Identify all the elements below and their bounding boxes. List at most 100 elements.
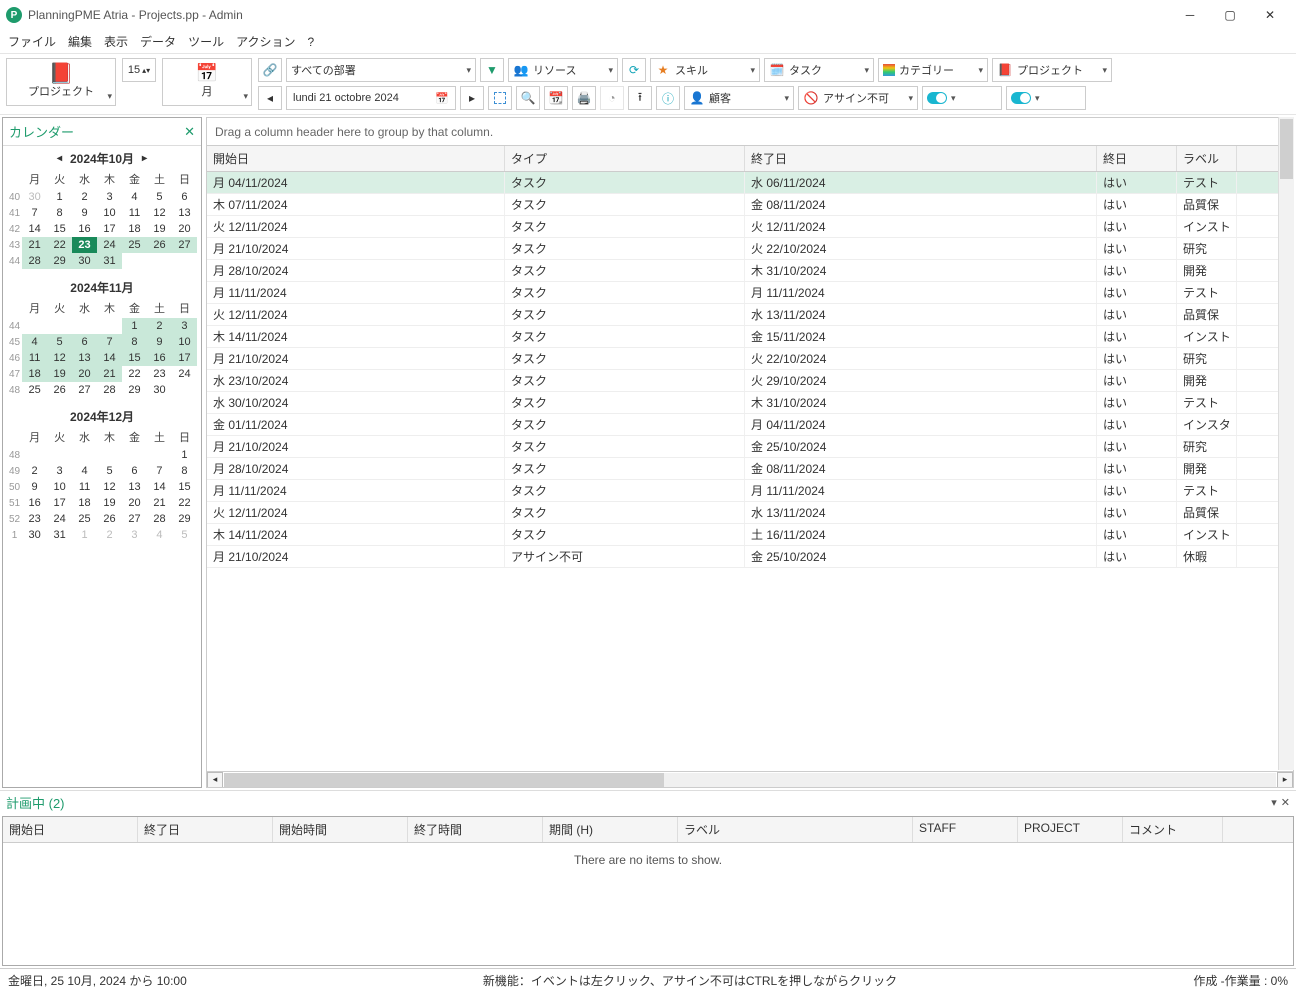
calendar-day[interactable]: 10 [172,334,197,350]
date-prev-button[interactable]: ◂ [258,86,282,110]
calendar-day[interactable]: 3 [122,527,147,543]
calendar-day[interactable]: 4 [72,463,97,479]
calendar-day[interactable]: 14 [22,221,47,237]
calendar-day[interactable]: 9 [147,334,172,350]
calendar-day[interactable]: 22 [47,237,72,253]
menu-item-0[interactable]: ファイル [8,33,56,50]
calendar-day[interactable]: 5 [97,463,122,479]
count-spinner[interactable]: 15 ▴▾ [122,58,156,82]
calendar-day[interactable]: 28 [147,511,172,527]
calendar-day[interactable]: 9 [72,205,97,221]
table-row[interactable]: 水 23/10/2024タスク火 29/10/2024はい開発 [207,370,1293,392]
calendar-day[interactable]: 12 [47,350,72,366]
table-row[interactable]: 火 12/11/2024タスク水 13/11/2024はい品質保 [207,304,1293,326]
calendar-day[interactable]: 11 [22,350,47,366]
today-button[interactable]: 📆 [544,86,568,110]
planning-column-header[interactable]: PROJECT [1018,817,1123,842]
calendar-day[interactable] [122,253,147,269]
skill-dropdown[interactable]: ★ スキル ▾ [650,58,760,82]
calendar-day[interactable]: 27 [172,237,197,253]
vscroll-thumb[interactable] [1280,119,1293,179]
calendar-day[interactable]: 3 [47,463,72,479]
calendar-day[interactable]: 30 [22,189,47,205]
calendar-day[interactable]: 14 [147,479,172,495]
calendar-day[interactable]: 27 [72,382,97,398]
horizontal-scrollbar[interactable]: ◂ ▸ [207,771,1293,787]
calendar-day[interactable]: 19 [47,366,72,382]
calendar-day[interactable]: 23 [147,366,172,382]
calendar-day[interactable]: 22 [172,495,197,511]
scroll-right-button[interactable]: ▸ [1277,772,1293,788]
planning-column-header[interactable]: コメント [1123,817,1223,842]
calendar-day[interactable]: 25 [72,511,97,527]
scroll-left-button[interactable]: ◂ [207,772,223,788]
table-row[interactable]: 金 01/11/2024タスク月 04/11/2024はいインスタ [207,414,1293,436]
column-header[interactable]: 終了日 [745,146,1097,171]
calendar-day[interactable]: 31 [47,527,72,543]
calendar-day[interactable]: 8 [122,334,147,350]
calendar-day[interactable]: 22 [122,366,147,382]
calendar-day[interactable] [172,382,197,398]
calendar-day[interactable] [47,318,72,334]
export-button[interactable]: ⭱ [628,86,652,110]
calendar-day[interactable]: 2 [97,527,122,543]
column-header[interactable]: 開始日 [207,146,505,171]
calendar-day[interactable]: 20 [72,366,97,382]
calendar-day[interactable]: 5 [47,334,72,350]
menu-item-3[interactable]: データ [140,33,176,50]
task-dropdown[interactable]: 🗓️ タスク ▾ [764,58,874,82]
calendar-day[interactable]: 7 [22,205,47,221]
calendar-day[interactable] [97,447,122,463]
planning-column-header[interactable]: 開始時間 [273,817,408,842]
calendar-day[interactable]: 5 [147,189,172,205]
calendar-day[interactable]: 29 [122,382,147,398]
date-input[interactable]: lundi 21 octobre 2024 📅 [286,86,456,110]
toggle-2[interactable]: ▾ [1006,86,1086,110]
menu-item-6[interactable]: ? [307,35,314,49]
calendar-day[interactable]: 7 [97,334,122,350]
calendar-day[interactable]: 30 [147,382,172,398]
calendar-day[interactable]: 18 [72,495,97,511]
table-row[interactable]: 木 14/11/2024タスク土 16/11/2024はいインスト [207,524,1293,546]
zoom-button[interactable]: 🔍 [516,86,540,110]
calendar-day[interactable] [22,318,47,334]
calendar-day[interactable] [72,447,97,463]
department-dropdown[interactable]: すべての部署 ▾ [286,58,476,82]
calendar-day[interactable]: 4 [122,189,147,205]
calendar-day[interactable]: 1 [47,189,72,205]
calendar-day[interactable] [97,318,122,334]
calendar-day[interactable]: 28 [97,382,122,398]
calendar-day[interactable]: 11 [122,205,147,221]
calendar-day[interactable]: 17 [47,495,72,511]
calendar-day[interactable]: 9 [22,479,47,495]
calendar-day[interactable] [47,447,72,463]
minimize-button[interactable]: ─ [1170,1,1210,29]
table-row[interactable]: 木 07/11/2024タスク金 08/11/2024はい品質保 [207,194,1293,216]
unassign-dropdown[interactable]: 🚫 アサイン不可 ▾ [798,86,918,110]
calendar-day[interactable] [72,318,97,334]
group-by-hint[interactable]: Drag a column header here to group by th… [206,117,1294,145]
category-dropdown[interactable]: カテゴリー ▾ [878,58,988,82]
planning-column-header[interactable]: STAFF [913,817,1018,842]
calendar-day[interactable] [147,253,172,269]
planning-column-header[interactable]: 期間 (H) [543,817,678,842]
planning-column-header[interactable]: 終了時間 [408,817,543,842]
calendar-day[interactable]: 1 [172,447,197,463]
calendar-day[interactable]: 30 [22,527,47,543]
calendar-day[interactable]: 15 [47,221,72,237]
chart-button[interactable]: ◔ [600,86,624,110]
calendar-day[interactable] [22,447,47,463]
calendar-day[interactable]: 8 [172,463,197,479]
calendar-day[interactable]: 20 [172,221,197,237]
calendar-day[interactable]: 16 [147,350,172,366]
calendar-day[interactable]: 26 [97,511,122,527]
calendar-day[interactable]: 26 [47,382,72,398]
planning-pin-button[interactable]: ▾ [1271,796,1277,809]
calendar-day[interactable]: 14 [97,350,122,366]
calendar-day[interactable]: 25 [22,382,47,398]
calendar-day[interactable]: 20 [122,495,147,511]
column-header[interactable]: 終日 [1097,146,1177,171]
calendar-day[interactable]: 21 [97,366,122,382]
calendar-day[interactable]: 19 [97,495,122,511]
vertical-scrollbar[interactable] [1278,117,1294,770]
